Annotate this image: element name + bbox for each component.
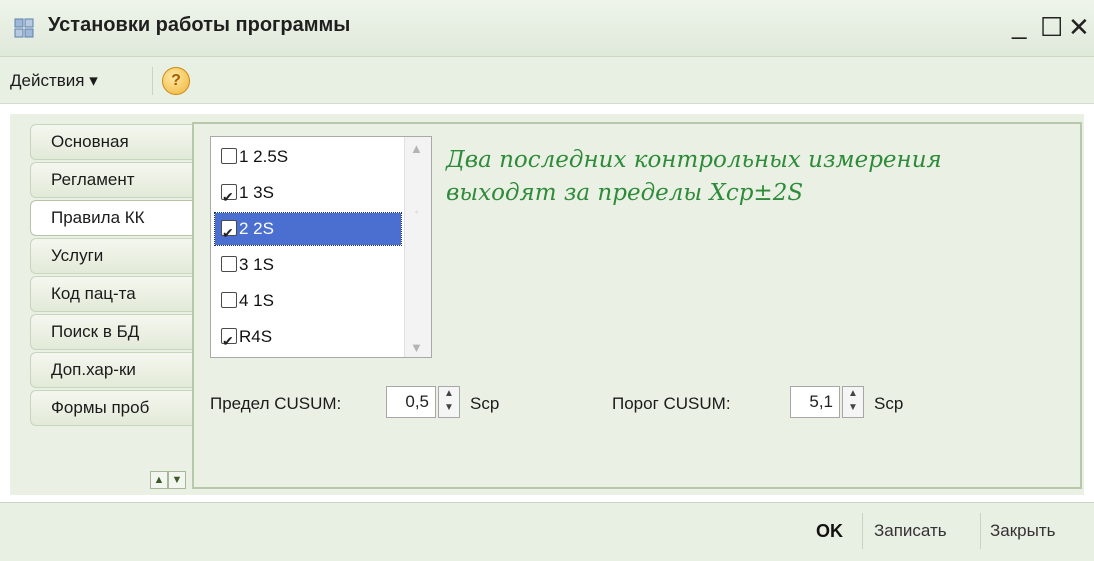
tab-db-search[interactable]: Поиск в БД <box>30 314 202 350</box>
tab-sample-forms[interactable]: Формы проб <box>30 390 202 426</box>
tab-patient-code[interactable]: Код пац-та <box>30 276 202 312</box>
tab-scroll-down-icon[interactable]: ▼ <box>168 471 186 489</box>
tab-extra-attributes[interactable]: Доп.хар-ки <box>30 352 202 388</box>
cusum-limit-label: Предел CUSUM: <box>210 394 342 413</box>
list-item[interactable]: 3 1S <box>215 249 401 281</box>
cusum-limit-spinner[interactable]: ▲ ▼ <box>438 386 460 418</box>
tab-list: Основная Регламент Правила КК Услуги Код… <box>30 124 202 428</box>
window-title: Установки работы программы <box>48 14 351 36</box>
cusum-limit-unit: Scp <box>470 394 500 413</box>
list-item[interactable]: 4 1S <box>215 285 401 317</box>
close-button[interactable]: Закрыть <box>990 521 1055 541</box>
checkbox[interactable] <box>221 148 237 164</box>
list-item[interactable]: 1 2.5S <box>215 141 401 173</box>
content-area: Основная Регламент Правила КК Услуги Код… <box>10 114 1084 495</box>
save-button[interactable]: Записать <box>874 521 947 541</box>
list-item[interactable]: 2 2S <box>214 212 402 249</box>
toolbar-divider <box>152 67 153 95</box>
rule-description: Два последних контрольных измерения выхо… <box>446 147 942 206</box>
checkbox[interactable] <box>221 325 237 357</box>
cusum-threshold-input[interactable]: 5,1 <box>790 386 840 418</box>
checkbox[interactable] <box>221 256 237 272</box>
tab-services[interactable]: Услуги <box>30 238 202 274</box>
rule-label: R4S <box>239 327 273 346</box>
checkbox[interactable] <box>221 292 237 308</box>
title-bar: Установки работы программы _ ☐ ✕ <box>0 0 1094 57</box>
qc-rules-panel: 1 2.5S 1 3S 2 2S 3 1S 4 1S R4S ▲ <box>192 122 1082 489</box>
toolbar: Действия ▾ ? <box>0 57 1094 104</box>
rule-label: 4 1S <box>239 291 274 310</box>
tab-qc-rules[interactable]: Правила КК <box>30 200 202 236</box>
tab-scroll-arrows: ▲ ▼ <box>150 471 186 492</box>
scroll-up-icon[interactable]: ▲ <box>410 141 423 156</box>
footer-bar: OK Записать Закрыть <box>0 502 1094 561</box>
tab-schedule[interactable]: Регламент <box>30 162 202 198</box>
list-item[interactable]: 1 3S <box>215 177 401 213</box>
cusum-limit-input[interactable]: 0,5 <box>386 386 436 418</box>
footer-divider <box>980 513 981 549</box>
ok-button[interactable]: OK <box>816 521 843 542</box>
minimize-button[interactable]: _ <box>1012 8 1026 42</box>
checkbox[interactable] <box>221 217 237 249</box>
cusum-threshold-unit: Scp <box>874 394 904 413</box>
actions-menu-button[interactable]: Действия ▾ <box>10 71 98 91</box>
checkbox[interactable] <box>221 181 237 213</box>
settings-window: Установки работы программы _ ☐ ✕ Действи… <box>0 0 1094 561</box>
rule-label: 1 3S <box>239 183 274 202</box>
help-icon[interactable]: ? <box>162 67 190 95</box>
cusum-threshold-spinner[interactable]: ▲ ▼ <box>842 386 864 418</box>
rule-label: 2 2S <box>239 219 274 238</box>
list-item[interactable]: R4S <box>215 321 401 357</box>
footer-divider <box>862 513 863 549</box>
tab-main[interactable]: Основная <box>30 124 202 160</box>
rules-list[interactable]: 1 2.5S 1 3S 2 2S 3 1S 4 1S R4S ▲ <box>210 136 432 358</box>
close-window-button[interactable]: ✕ <box>1068 10 1090 44</box>
rule-label: 3 1S <box>239 255 274 274</box>
scroll-down-icon[interactable]: ▼ <box>410 340 423 355</box>
scroll-thumb[interactable]: ◦ <box>415 207 419 218</box>
app-icon <box>14 18 34 38</box>
cusum-threshold-label: Порог CUSUM: <box>612 394 731 413</box>
tab-scroll-up-icon[interactable]: ▲ <box>150 471 168 489</box>
list-scrollbar[interactable]: ▲ ◦ ▼ <box>404 137 431 357</box>
rule-label: 1 2.5S <box>239 147 289 166</box>
maximize-button[interactable]: ☐ <box>1040 10 1063 44</box>
